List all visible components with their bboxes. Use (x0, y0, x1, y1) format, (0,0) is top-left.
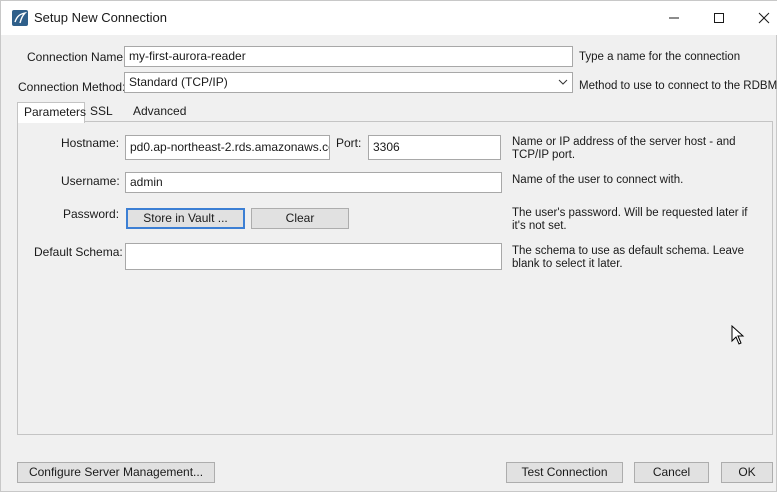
connection-method-select[interactable]: Standard (TCP/IP) (124, 72, 573, 93)
username-input[interactable]: admin (125, 172, 502, 193)
connection-method-value: Standard (TCP/IP) (129, 75, 228, 89)
minimize-button[interactable] (651, 1, 697, 35)
clear-password-button[interactable]: Clear (251, 208, 349, 229)
chevron-down-icon (558, 79, 568, 85)
configure-server-management-button[interactable]: Configure Server Management... (17, 462, 215, 483)
cancel-button[interactable]: Cancel (634, 462, 709, 483)
tab-parameters[interactable]: Parameters (17, 102, 86, 123)
hostname-hint: Name or IP address of the server host - … (512, 136, 736, 161)
port-input[interactable]: 3306 (368, 135, 501, 160)
default-schema-input[interactable] (125, 243, 502, 270)
hostname-input[interactable]: pd0.ap-northeast-2.rds.amazonaws.com (125, 135, 330, 160)
username-hint: Name of the user to connect with. (512, 174, 684, 186)
default-schema-hint: The schema to use as default schema. Lea… (512, 245, 745, 270)
password-label: Password: (63, 207, 120, 221)
connection-name-input[interactable]: my-first-aurora-reader (124, 46, 573, 67)
setup-new-connection-dialog: Setup New Connection Connection Name: my… (0, 0, 777, 492)
close-icon (758, 12, 770, 24)
password-hint: The user's password. Will be requested l… (512, 207, 748, 232)
maximize-button[interactable] (696, 1, 742, 35)
connection-method-hint: Method to use to connect to the RDBMS (579, 80, 777, 92)
username-label: Username: (61, 174, 120, 188)
close-button[interactable] (741, 1, 777, 35)
store-in-vault-button[interactable]: Store in Vault ... (126, 208, 245, 229)
test-connection-button[interactable]: Test Connection (506, 462, 623, 483)
parameters-panel (17, 121, 773, 435)
connection-name-label: Connection Name: (27, 50, 127, 64)
default-schema-label: Default Schema: (34, 245, 123, 259)
hostname-label: Hostname: (61, 136, 120, 150)
mysql-workbench-icon (12, 10, 28, 26)
ok-button[interactable]: OK (721, 462, 773, 483)
minimize-icon (669, 17, 679, 19)
tab-ssl[interactable]: SSL (84, 102, 119, 122)
connection-method-label: Connection Method: (18, 80, 126, 94)
mouse-pointer-icon (731, 325, 745, 345)
title-bar: Setup New Connection (1, 1, 777, 35)
port-label: Port: (336, 136, 362, 150)
window-title: Setup New Connection (34, 10, 167, 25)
connection-name-hint: Type a name for the connection (579, 51, 741, 63)
tab-advanced[interactable]: Advanced (127, 102, 192, 122)
maximize-icon (714, 13, 724, 23)
